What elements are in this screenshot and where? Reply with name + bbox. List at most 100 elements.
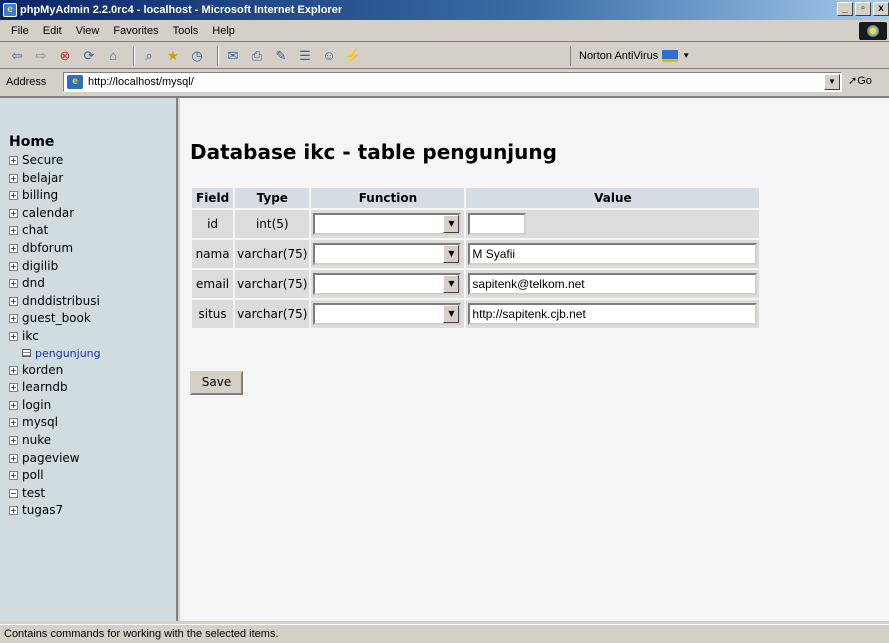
expand-icon[interactable]: + bbox=[9, 471, 18, 481]
value-input[interactable]: M Syafii bbox=[468, 243, 758, 265]
table-icon bbox=[22, 348, 31, 357]
forward-icon[interactable]: ⇨ bbox=[32, 47, 50, 65]
expand-icon[interactable]: + bbox=[9, 331, 18, 341]
expand-icon[interactable]: + bbox=[9, 156, 18, 165]
stop-icon[interactable]: ⊗ bbox=[56, 47, 74, 65]
browser-window: e phpMyAdmin 2.2.0rc4 - localhost - Micr… bbox=[0, 0, 889, 642]
expand-icon[interactable]: + bbox=[9, 400, 18, 410]
expand-icon[interactable]: + bbox=[9, 243, 18, 253]
history-icon[interactable]: ◷ bbox=[188, 47, 206, 65]
menu-file[interactable]: File bbox=[4, 25, 36, 37]
expand-icon[interactable]: + bbox=[9, 261, 18, 271]
expand-icon[interactable]: + bbox=[9, 365, 18, 375]
table-row: email varchar(75) ▼ sapitenk@telkom.net bbox=[192, 270, 760, 298]
related-icon[interactable]: ⚡ bbox=[344, 47, 362, 65]
expand-icon[interactable]: + bbox=[9, 418, 18, 428]
left-navigation-frame: Home + Secure + belajar + billing + calendar + ch… bbox=[0, 98, 178, 621]
sidebar-item-label: ikc bbox=[22, 328, 39, 343]
chevron-down-icon: ▼ bbox=[443, 245, 460, 263]
sidebar-item-chat[interactable]: + chat bbox=[9, 222, 176, 240]
window-title: phpMyAdmin 2.2.0rc4 - localhost - Micros… bbox=[20, 4, 343, 16]
sidebar-item-label: calendar bbox=[22, 205, 75, 220]
address-dropdown-icon[interactable]: ▼ bbox=[824, 74, 840, 90]
value-input[interactable]: http://sapitenk.cjb.net bbox=[468, 303, 758, 325]
expand-icon[interactable]: + bbox=[9, 383, 18, 393]
toolbar-separator bbox=[217, 45, 219, 66]
expand-icon[interactable]: + bbox=[9, 173, 18, 183]
field-type: varchar(75) bbox=[235, 270, 310, 298]
sidebar-item-calendar[interactable]: + calendar bbox=[9, 205, 176, 223]
expand-icon[interactable]: + bbox=[9, 208, 18, 218]
sidebar-item-tugas7[interactable]: + tugas7 bbox=[9, 502, 176, 520]
sidebar-item-mysql[interactable]: + mysql bbox=[9, 414, 176, 432]
back-icon[interactable]: ⇦ bbox=[8, 47, 26, 65]
sidebar-item-dnd[interactable]: + dnd bbox=[9, 275, 176, 293]
home-icon[interactable]: ⌂ bbox=[104, 47, 122, 65]
function-select[interactable]: ▼ bbox=[313, 303, 462, 325]
norton-antivirus-button[interactable]: Norton AntiVirus ▼ bbox=[570, 46, 690, 66]
sidebar-item-learndb[interactable]: + learndb bbox=[9, 379, 176, 397]
discuss-icon[interactable]: ☰ bbox=[296, 47, 314, 65]
edit-icon[interactable]: ✎ bbox=[272, 47, 290, 65]
function-select[interactable]: ▼ bbox=[313, 213, 462, 235]
search-icon[interactable]: ⌕ bbox=[140, 47, 158, 65]
chevron-down-icon: ▼ bbox=[443, 275, 460, 293]
expand-icon[interactable]: + bbox=[9, 453, 18, 463]
sidebar-item-guest-book[interactable]: + guest_book bbox=[9, 310, 176, 328]
sidebar-item-billing[interactable]: + billing bbox=[9, 187, 176, 205]
function-select[interactable]: ▼ bbox=[313, 273, 462, 295]
value-input[interactable]: sapitenk@telkom.net bbox=[468, 273, 758, 295]
address-input[interactable]: e http://localhost/mysql/ ▼ bbox=[63, 72, 842, 92]
sidebar-item-test[interactable]: − test bbox=[9, 485, 176, 503]
function-select[interactable]: ▼ bbox=[313, 243, 462, 265]
sidebar-item-digilib[interactable]: + digilib bbox=[9, 258, 176, 276]
address-bar: Address e http://localhost/mysql/ ▼ ➚Go bbox=[0, 70, 889, 94]
status-bar: Contains commands for working with the s… bbox=[0, 624, 889, 642]
expand-icon[interactable]: + bbox=[9, 506, 18, 516]
expand-icon[interactable]: + bbox=[9, 296, 18, 306]
sidebar-item-login[interactable]: + login bbox=[9, 397, 176, 415]
header-type: Type bbox=[235, 188, 310, 208]
favorites-icon[interactable]: ★ bbox=[164, 47, 182, 65]
messenger-icon[interactable]: ☺ bbox=[320, 47, 338, 65]
sidebar-item-belajar[interactable]: + belajar bbox=[9, 170, 176, 188]
refresh-icon[interactable]: ⟳ bbox=[80, 47, 98, 65]
close-button[interactable]: x bbox=[873, 2, 889, 16]
sidebar-item-secure[interactable]: + Secure bbox=[9, 152, 176, 170]
address-url: http://localhost/mysql/ bbox=[88, 76, 194, 88]
expand-icon[interactable]: + bbox=[9, 191, 18, 201]
value-input[interactable] bbox=[468, 213, 527, 235]
sidebar-item-dbforum[interactable]: + dbforum bbox=[9, 240, 176, 258]
maximize-button[interactable]: ▫ bbox=[855, 2, 871, 16]
sidebar-item-label: test bbox=[22, 485, 46, 500]
menu-bar: File Edit View Favorites Tools Help bbox=[0, 20, 889, 42]
minimize-button[interactable]: _ bbox=[837, 2, 853, 16]
mail-icon[interactable]: ✉ bbox=[224, 47, 242, 65]
sidebar-item-ikc[interactable]: + ikc bbox=[9, 328, 176, 346]
sidebar-item-korden[interactable]: + korden bbox=[9, 362, 176, 380]
sidebar-item-poll[interactable]: + poll bbox=[9, 467, 176, 485]
norton-label: Norton AntiVirus bbox=[579, 50, 659, 62]
menu-edit[interactable]: Edit bbox=[36, 25, 69, 37]
menu-view[interactable]: View bbox=[69, 25, 107, 37]
collapse-icon[interactable]: − bbox=[9, 488, 18, 498]
sidebar-item-pageview[interactable]: + pageview bbox=[9, 450, 176, 468]
sidebar-item-dnddistribusi[interactable]: + dnddistribusi bbox=[9, 293, 176, 311]
sidebar-table-pengunjung[interactable]: pengunjung bbox=[9, 346, 176, 362]
field-type: varchar(75) bbox=[235, 300, 310, 328]
expand-icon[interactable]: + bbox=[9, 226, 18, 236]
print-icon[interactable]: ⎙ bbox=[248, 47, 266, 65]
sidebar-item-label: digilib bbox=[22, 258, 59, 273]
menu-tools[interactable]: Tools bbox=[166, 25, 206, 37]
menu-help[interactable]: Help bbox=[205, 25, 242, 37]
menu-favorites[interactable]: Favorites bbox=[106, 25, 165, 37]
expand-icon[interactable]: + bbox=[9, 435, 18, 445]
expand-icon[interactable]: + bbox=[9, 314, 18, 324]
save-button[interactable]: Save bbox=[190, 371, 243, 395]
field-type: varchar(75) bbox=[235, 240, 310, 268]
sidebar-item-label: mysql bbox=[22, 415, 58, 430]
go-button[interactable]: ➚Go bbox=[848, 74, 872, 87]
home-link[interactable]: Home bbox=[9, 134, 176, 150]
sidebar-item-nuke[interactable]: + nuke bbox=[9, 432, 176, 450]
expand-icon[interactable]: + bbox=[9, 279, 18, 289]
